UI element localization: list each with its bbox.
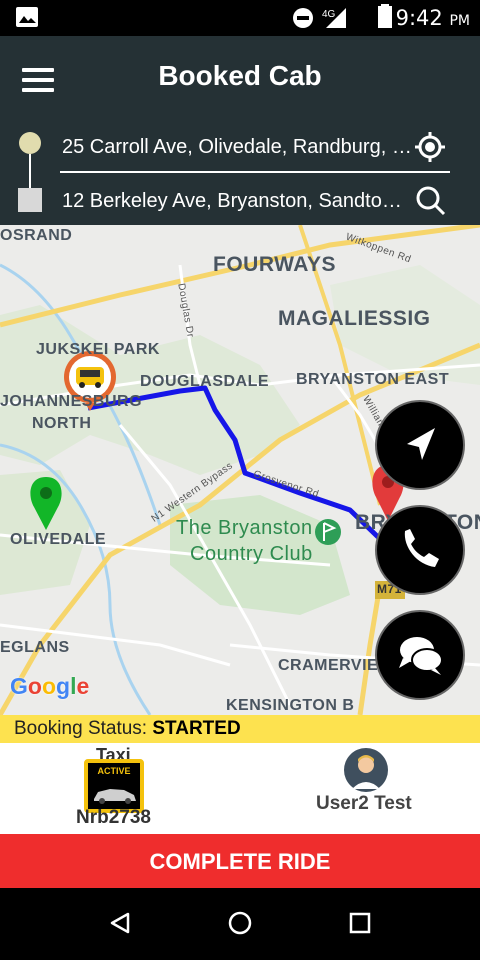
pickup-dot-icon (19, 132, 41, 154)
back-icon (110, 912, 130, 934)
golf-course-icon (315, 519, 341, 545)
navigate-button[interactable] (375, 400, 465, 490)
driver-name: User2 Test (316, 793, 412, 814)
recents-icon (349, 912, 371, 934)
map-label: BRYANSTON EAST (296, 371, 450, 388)
vehicle-plate: Nrb2738 (76, 807, 151, 828)
map-label: Country Club (190, 543, 313, 565)
booking-status: Booking Status: STARTED (0, 715, 480, 743)
complete-ride-button[interactable]: COMPLETE RIDE (0, 834, 480, 888)
vehicle-badge[interactable]: ACTIVE (84, 759, 144, 813)
chat-icon (399, 637, 443, 675)
booking-status-value: STARTED (152, 718, 241, 739)
do-not-disturb-icon (293, 8, 313, 28)
map-label: JUKSKEI PARK (36, 341, 160, 358)
map-label: DOUGLASDALE (140, 373, 270, 390)
image-notification-icon (16, 7, 38, 27)
active-badge-label: ACTIVE (97, 766, 131, 776)
search-icon (416, 186, 446, 216)
map-label: OSRAND (0, 227, 73, 244)
ride-info-panel: Taxi ACTIVE Nrb2738 User2 Test (0, 743, 480, 833)
map-label: EGLANS (0, 639, 70, 656)
system-nav-bar (0, 888, 480, 960)
navigation-arrow-icon (407, 428, 435, 460)
chat-button[interactable] (375, 610, 465, 700)
car-icon (94, 789, 136, 804)
network-type: 4G (322, 9, 336, 20)
app-bar: Booked Cab 25 Carroll Ave, Olivedale, Ra… (0, 36, 480, 225)
map-label: FOURWAYS (213, 253, 337, 276)
home-icon (228, 911, 252, 935)
status-bar: 4G 9:42 PM (0, 0, 480, 36)
map-label: The Bryanston (176, 517, 313, 539)
clock: 9:42 PM (395, 6, 470, 30)
driver-avatar-icon[interactable] (343, 747, 389, 793)
map-view[interactable]: OSRAND FOURWAYS MAGALIESSIG JUKSKEI PARK… (0, 225, 480, 715)
google-logo: Google (10, 673, 90, 699)
dropoff-square-icon (18, 188, 42, 212)
map-label: MAGALIESSIG (278, 307, 431, 330)
phone-icon (404, 529, 439, 567)
map-label: OLIVEDALE (10, 531, 107, 548)
map-label: JOHANNESBURG (0, 393, 143, 410)
pickup-address[interactable]: 25 Carroll Ave, Olivedale, Randburg, 218… (62, 136, 412, 159)
booking-status-label: Booking Status: (14, 718, 153, 739)
call-button[interactable] (375, 505, 465, 595)
map-label: KENSINGTON B (226, 697, 355, 714)
locate-icon (415, 132, 445, 162)
map-label: NORTH (32, 415, 92, 432)
dropoff-address[interactable]: 12 Berkeley Ave, Bryanston, Sandton, 219… (62, 190, 412, 213)
battery-icon (378, 4, 392, 28)
